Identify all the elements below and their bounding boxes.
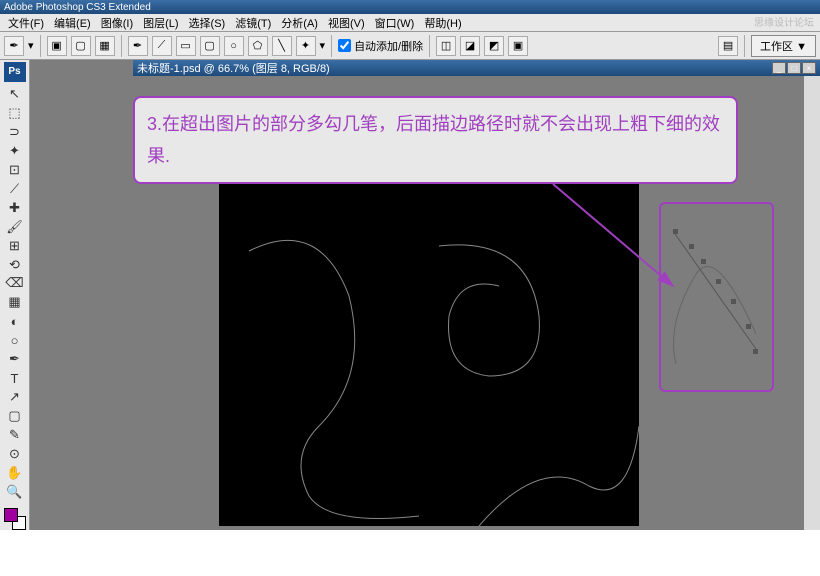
main-area: Ps ↖ ⬚ ⊃ ✦ ⊡ ⟋ ✚ 🖌 ⊞ ⟲ ⌫ ▦ ◐ ○ ✒ T ↗ ▢ ✎… — [0, 60, 820, 530]
type-tool[interactable]: T — [4, 369, 26, 387]
path-select-tool[interactable]: ↗ — [4, 388, 26, 406]
ellipse-icon[interactable]: ○ — [224, 36, 244, 56]
menu-filter[interactable]: 滤镜(T) — [231, 14, 275, 32]
vertical-scrollbar[interactable] — [804, 76, 820, 530]
separator — [40, 35, 41, 57]
app-titlebar: Adobe Photoshop CS3 Extended — [0, 0, 820, 14]
gradient-tool[interactable]: ▦ — [4, 293, 26, 311]
pen-tool[interactable]: ✒ — [4, 350, 26, 368]
close-icon[interactable]: × — [802, 62, 816, 74]
tool-palette: Ps ↖ ⬚ ⊃ ✦ ⊡ ⟋ ✚ 🖌 ⊞ ⟲ ⌫ ▦ ◐ ○ ✒ T ↗ ▢ ✎… — [0, 60, 30, 530]
path-op-icon[interactable]: ◫ — [436, 36, 456, 56]
bridge-icon[interactable]: ▤ — [718, 36, 738, 56]
move-tool[interactable]: ↖ — [4, 85, 26, 103]
path-detail — [661, 204, 776, 394]
polygon-icon[interactable]: ⬠ — [248, 36, 268, 56]
options-bar: ✒ ▾ ▣ ▢ ▦ ✒ ⟋ ▭ ▢ ○ ⬠ ╲ ✦ ▾ 自动添加/删除 ◫ ◪ … — [0, 32, 820, 60]
hand-tool[interactable]: ✋ — [4, 464, 26, 482]
menu-help[interactable]: 帮助(H) — [420, 14, 465, 32]
blur-tool[interactable]: ◐ — [4, 312, 26, 330]
watermark: 思缘设计论坛 — [754, 14, 814, 29]
notes-tool[interactable]: ✎ — [4, 426, 26, 444]
menu-edit[interactable]: 编辑(E) — [50, 14, 95, 32]
ps-badge-icon[interactable]: Ps — [4, 62, 26, 82]
wand-tool[interactable]: ✦ — [4, 142, 26, 160]
slice-tool[interactable]: ⟋ — [4, 180, 26, 198]
workspace-area: 未标题-1.psd @ 66.7% (图层 8, RGB/8) _ □ × 3 — [30, 60, 820, 530]
dropdown-icon[interactable]: ▾ — [320, 39, 326, 52]
crop-tool[interactable]: ⊡ — [4, 161, 26, 179]
minimize-icon[interactable]: _ — [772, 62, 786, 74]
eyedropper-tool[interactable]: ⊙ — [4, 445, 26, 463]
document-titlebar[interactable]: 未标题-1.psd @ 66.7% (图层 8, RGB/8) _ □ × — [133, 60, 820, 76]
checkbox-input[interactable] — [338, 39, 351, 52]
pen-tool-icon[interactable]: ✒ — [128, 36, 148, 56]
path-op-icon[interactable]: ▣ — [508, 36, 528, 56]
paths-icon[interactable]: ▢ — [71, 36, 91, 56]
freeform-pen-icon[interactable]: ⟋ — [152, 36, 172, 56]
line-icon[interactable]: ╲ — [272, 36, 292, 56]
path-op-icon[interactable]: ◩ — [484, 36, 504, 56]
separator — [429, 35, 430, 57]
auto-add-delete-checkbox[interactable]: 自动添加/删除 — [338, 38, 423, 54]
eraser-tool[interactable]: ⌫ — [4, 274, 26, 292]
shape-tool[interactable]: ▢ — [4, 407, 26, 425]
separator — [331, 35, 332, 57]
healing-tool[interactable]: ✚ — [4, 199, 26, 217]
document-window: 未标题-1.psd @ 66.7% (图层 8, RGB/8) _ □ × 3 — [133, 60, 820, 530]
path-curves — [219, 176, 639, 526]
detail-callout — [659, 202, 774, 392]
separator — [121, 35, 122, 57]
foreground-color[interactable] — [4, 508, 18, 522]
menu-image[interactable]: 图像(I) — [97, 14, 137, 32]
menu-analysis[interactable]: 分析(A) — [277, 14, 322, 32]
annotation-text: 3.在超出图片的部分多勾几笔，后面描边路径时就不会出现上粗下细的效果. — [147, 114, 720, 166]
tool-preset-icon[interactable]: ✒ — [4, 36, 24, 56]
app-title: Adobe Photoshop CS3 Extended — [4, 2, 151, 13]
menu-layer[interactable]: 图层(L) — [139, 14, 182, 32]
document-title: 未标题-1.psd @ 66.7% (图层 8, RGB/8) — [137, 60, 330, 76]
lasso-tool[interactable]: ⊃ — [4, 123, 26, 141]
brush-tool[interactable]: 🖌 — [4, 218, 26, 236]
canvas-area[interactable]: 3.在超出图片的部分多勾几笔，后面描边路径时就不会出现上粗下细的效果. — [133, 76, 804, 530]
rect-icon[interactable]: ▭ — [176, 36, 196, 56]
checkbox-label: 自动添加/删除 — [354, 38, 423, 54]
custom-shape-icon[interactable]: ✦ — [296, 36, 316, 56]
menubar: 文件(F) 编辑(E) 图像(I) 图层(L) 选择(S) 滤镜(T) 分析(A… — [0, 14, 820, 32]
workspace-button[interactable]: 工作区 ▼ — [751, 35, 816, 57]
stamp-tool[interactable]: ⊞ — [4, 237, 26, 255]
zoom-tool[interactable]: 🔍 — [4, 483, 26, 501]
dodge-tool[interactable]: ○ — [4, 331, 26, 349]
shape-layers-icon[interactable]: ▣ — [47, 36, 67, 56]
menu-select[interactable]: 选择(S) — [185, 14, 230, 32]
color-swatches[interactable] — [4, 508, 26, 530]
rounded-rect-icon[interactable]: ▢ — [200, 36, 220, 56]
annotation-callout: 3.在超出图片的部分多勾几笔，后面描边路径时就不会出现上粗下细的效果. — [133, 96, 738, 184]
dropdown-icon[interactable]: ▾ — [28, 39, 34, 52]
marquee-tool[interactable]: ⬚ — [4, 104, 26, 122]
image-canvas[interactable] — [219, 176, 639, 526]
fill-pixels-icon[interactable]: ▦ — [95, 36, 115, 56]
maximize-icon[interactable]: □ — [787, 62, 801, 74]
separator — [744, 35, 745, 57]
history-brush-tool[interactable]: ⟲ — [4, 256, 26, 274]
menu-view[interactable]: 视图(V) — [324, 14, 369, 32]
menu-window[interactable]: 窗口(W) — [371, 14, 419, 32]
path-op-icon[interactable]: ◪ — [460, 36, 480, 56]
menu-file[interactable]: 文件(F) — [4, 14, 48, 32]
